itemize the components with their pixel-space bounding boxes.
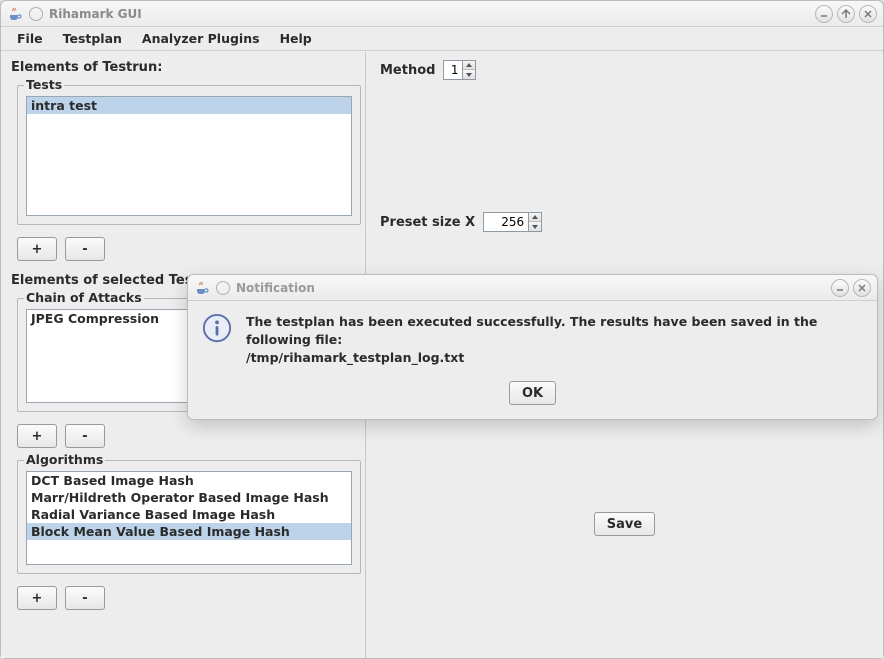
menu-file[interactable]: File bbox=[9, 28, 51, 49]
dialog-content: The testplan has been executed successfu… bbox=[202, 313, 863, 367]
group-algorithms: Algorithms DCT Based Image Hash Marr/Hil… bbox=[17, 460, 361, 574]
dialog-titlebar: Notification bbox=[188, 275, 877, 301]
java-icon bbox=[194, 280, 210, 296]
tests-list[interactable]: intra test bbox=[26, 96, 352, 216]
menu-analyzer-plugins[interactable]: Analyzer Plugins bbox=[134, 28, 268, 49]
method-label: Method bbox=[380, 63, 435, 78]
dialog-buttons: OK bbox=[202, 381, 863, 405]
attacks-remove-button[interactable]: - bbox=[65, 424, 105, 448]
algorithms-remove-button[interactable]: - bbox=[65, 586, 105, 610]
dialog-title: Notification bbox=[236, 281, 831, 295]
java-icon bbox=[7, 6, 23, 22]
tests-addremove: + - bbox=[17, 237, 361, 261]
method-input[interactable] bbox=[443, 60, 463, 80]
notification-dialog: Notification The testplan has been execu… bbox=[187, 274, 878, 420]
dialog-message: The testplan has been executed successfu… bbox=[246, 313, 863, 349]
window-buttons bbox=[815, 5, 877, 23]
spin-up-button[interactable] bbox=[463, 61, 475, 70]
window-title: Rihamark GUI bbox=[49, 7, 815, 21]
method-spinner[interactable] bbox=[443, 60, 476, 80]
menu-help[interactable]: Help bbox=[272, 28, 320, 49]
preset-label: Preset size X bbox=[380, 215, 475, 230]
spin-down-button[interactable] bbox=[529, 222, 541, 231]
preset-input[interactable] bbox=[483, 212, 529, 232]
menubar: File Testplan Analyzer Plugins Help bbox=[1, 27, 883, 51]
tests-remove-button[interactable]: - bbox=[65, 237, 105, 261]
dialog-minimize-button[interactable] bbox=[831, 279, 849, 297]
dialog-path: /tmp/rihamark_testplan_log.txt bbox=[246, 349, 863, 367]
preset-row: Preset size X bbox=[380, 212, 869, 232]
method-spin-buttons bbox=[463, 60, 476, 80]
group-tests: Tests intra test bbox=[17, 85, 361, 225]
dialog-window-buttons bbox=[831, 279, 871, 297]
attacks-add-button[interactable]: + bbox=[17, 424, 57, 448]
dialog-ok-button[interactable]: OK bbox=[509, 381, 556, 405]
dialog-body: The testplan has been executed successfu… bbox=[188, 301, 877, 419]
list-item[interactable]: DCT Based Image Hash bbox=[27, 472, 351, 489]
algorithms-add-button[interactable]: + bbox=[17, 586, 57, 610]
list-item[interactable]: Block Mean Value Based Image Hash bbox=[27, 523, 351, 540]
spin-down-button[interactable] bbox=[463, 70, 475, 79]
maximize-button[interactable] bbox=[837, 5, 855, 23]
save-button[interactable]: Save bbox=[594, 512, 655, 536]
group-tests-label: Tests bbox=[24, 77, 64, 92]
dialog-close-button[interactable] bbox=[853, 279, 871, 297]
menu-testplan[interactable]: Testplan bbox=[55, 28, 130, 49]
preset-spin-buttons bbox=[529, 212, 542, 232]
group-attacks-label: Chain of Attacks bbox=[24, 290, 144, 305]
minimize-button[interactable] bbox=[815, 5, 833, 23]
attacks-addremove: + - bbox=[17, 424, 361, 448]
group-algorithms-label: Algorithms bbox=[24, 452, 105, 467]
close-button[interactable] bbox=[859, 5, 877, 23]
list-item[interactable]: Marr/Hildreth Operator Based Image Hash bbox=[27, 489, 351, 506]
heading-testrun: Elements of Testrun: bbox=[11, 60, 361, 75]
list-item[interactable]: intra test bbox=[27, 97, 351, 114]
titlebar-ring-icon bbox=[29, 7, 43, 21]
algorithms-list[interactable]: DCT Based Image Hash Marr/Hildreth Opera… bbox=[26, 471, 352, 565]
algorithms-addremove: + - bbox=[17, 586, 361, 610]
spin-up-button[interactable] bbox=[529, 213, 541, 222]
tests-add-button[interactable]: + bbox=[17, 237, 57, 261]
info-icon bbox=[202, 313, 232, 346]
dialog-text: The testplan has been executed successfu… bbox=[246, 313, 863, 367]
list-item[interactable]: Radial Variance Based Image Hash bbox=[27, 506, 351, 523]
titlebar: Rihamark GUI bbox=[1, 1, 883, 27]
dialog-ring-icon bbox=[216, 281, 230, 295]
method-row: Method bbox=[380, 60, 869, 80]
preset-spinner[interactable] bbox=[483, 212, 542, 232]
